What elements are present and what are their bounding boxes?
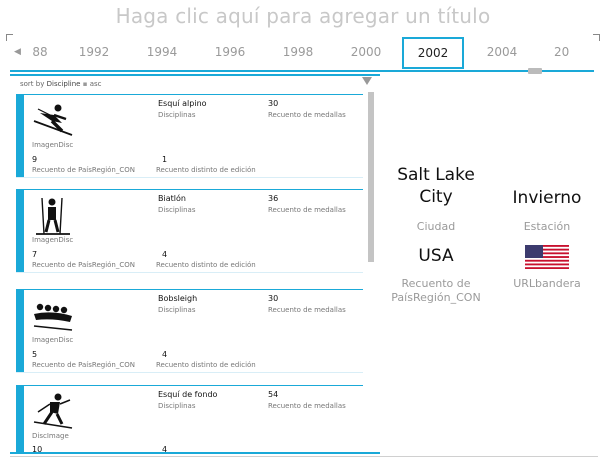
- alpine-skiing-icon: [33, 104, 73, 136]
- panel-top-border: [10, 74, 380, 76]
- discipline-label: Disciplinas: [158, 402, 196, 410]
- discipline-tile-list: sort by Discipline ▪ asc ImagenDisc Esqu…: [10, 74, 380, 454]
- canvas-bottom-edge: [10, 456, 598, 457]
- medals-label: Recuento de medallas: [268, 111, 346, 119]
- timeline-year[interactable]: 88: [18, 45, 62, 59]
- filter-icon[interactable]: [362, 77, 372, 85]
- countries-label: Recuento de PaísRegión_CON: [32, 166, 135, 174]
- medals-value: 30: [268, 99, 279, 108]
- discipline-label: Disciplinas: [158, 111, 196, 119]
- report-title[interactable]: Haga clic aquí para agregar un título: [0, 4, 606, 28]
- image-label: ImagenDisc: [32, 141, 74, 149]
- countries-value: 10: [32, 445, 43, 452]
- discipline-label: Disciplinas: [158, 206, 196, 214]
- discipline-value: Bobsleigh: [158, 294, 198, 303]
- medals-value: 36: [268, 194, 279, 203]
- tile-card[interactable]: ImagenDisc Bobsleigh Disciplinas 30 Recu…: [16, 289, 363, 373]
- tile-accent-stripe: [16, 290, 24, 372]
- timeline-year[interactable]: 2004: [480, 45, 524, 59]
- countries-value: 9: [32, 155, 38, 164]
- discipline-value: Esquí de fondo: [158, 390, 218, 399]
- editions-value: 4: [162, 250, 168, 259]
- bobsleigh-icon: [33, 303, 73, 331]
- timeline-year[interactable]: 1994: [140, 45, 184, 59]
- image-label: ImagenDisc: [32, 236, 74, 244]
- tile-accent-stripe: [16, 95, 24, 177]
- editions-label: Recuento distinto de edición: [156, 261, 256, 269]
- discipline-value: Esquí alpino: [158, 99, 207, 108]
- countries-label: Recuento de PaísRegión_CON: [32, 361, 135, 369]
- sort-control[interactable]: sort by Discipline ▪ asc: [20, 80, 101, 88]
- discipline-value: Biatlón: [158, 194, 186, 203]
- cross-country-skiing-icon: [33, 393, 73, 429]
- flag-label: URLbandera: [513, 277, 581, 290]
- medals-value: 54: [268, 390, 279, 399]
- sort-order[interactable]: asc: [90, 80, 102, 88]
- timeline-scroll-thumb[interactable]: [528, 68, 542, 74]
- timeline-track: [10, 70, 594, 72]
- timeline-year[interactable]: 1996: [208, 45, 252, 59]
- image-label: ImagenDisc: [32, 336, 74, 344]
- countries-label: Recuento de PaísRegión_CON: [32, 261, 135, 269]
- tile-card[interactable]: DiscImage Esquí de fondo Disciplinas 54 …: [16, 385, 363, 452]
- timeline-year[interactable]: 1998: [276, 45, 320, 59]
- editions-label: Recuento distinto de edición: [156, 166, 256, 174]
- timeline-year[interactable]: 20: [546, 45, 584, 59]
- medals-label: Recuento de medallas: [268, 206, 346, 214]
- tile-accent-stripe: [16, 386, 24, 452]
- editions-value: 4: [162, 350, 168, 359]
- editions-value: 1: [162, 155, 168, 164]
- city-value: Salt Lake City: [397, 165, 475, 207]
- biathlon-icon: [36, 197, 70, 235]
- timeline-year[interactable]: 2000: [344, 45, 388, 59]
- visual-corner-handle[interactable]: [6, 34, 13, 41]
- editions-label: Recuento distinto de edición: [156, 361, 256, 369]
- editions-value: 4: [162, 445, 168, 452]
- timeline-year-selected[interactable]: 2002: [402, 37, 464, 69]
- sort-field[interactable]: Discipline: [47, 80, 81, 88]
- list-scrollbar[interactable]: [368, 92, 374, 262]
- tile-card[interactable]: ImagenDisc Esquí alpino Disciplinas 30 R…: [16, 94, 363, 178]
- tile-accent-stripe: [16, 190, 24, 272]
- year-timeline-slicer[interactable]: ◀ 88 1992 1994 1996 1998 2000 2002 2004 …: [0, 34, 606, 74]
- sort-prefix: sort by: [20, 80, 45, 88]
- country-value: USA: [418, 246, 454, 266]
- city-label: Ciudad: [416, 220, 456, 233]
- edition-summary-card[interactable]: Salt Lake City Ciudad Invierno Estación …: [384, 150, 600, 320]
- panel-bottom-border: [10, 452, 380, 454]
- medals-label: Recuento de medallas: [268, 306, 346, 314]
- image-label: DiscImage: [32, 432, 69, 440]
- season-value: Invierno: [512, 188, 582, 208]
- visual-corner-handle[interactable]: [593, 34, 600, 41]
- country-label: Recuento de PaísRegión_CON: [391, 277, 481, 304]
- us-flag-icon: [525, 245, 569, 269]
- countries-value: 5: [32, 350, 38, 359]
- discipline-label: Disciplinas: [158, 306, 196, 314]
- tile-card[interactable]: ImagenDisc Biatlón Disciplinas 36 Recuen…: [16, 189, 363, 273]
- medals-label: Recuento de medallas: [268, 402, 346, 410]
- countries-value: 7: [32, 250, 38, 259]
- medals-value: 30: [268, 294, 279, 303]
- season-label: Estación: [523, 220, 571, 233]
- timeline-year[interactable]: 1992: [72, 45, 116, 59]
- sort-separator-icon: ▪: [82, 80, 88, 88]
